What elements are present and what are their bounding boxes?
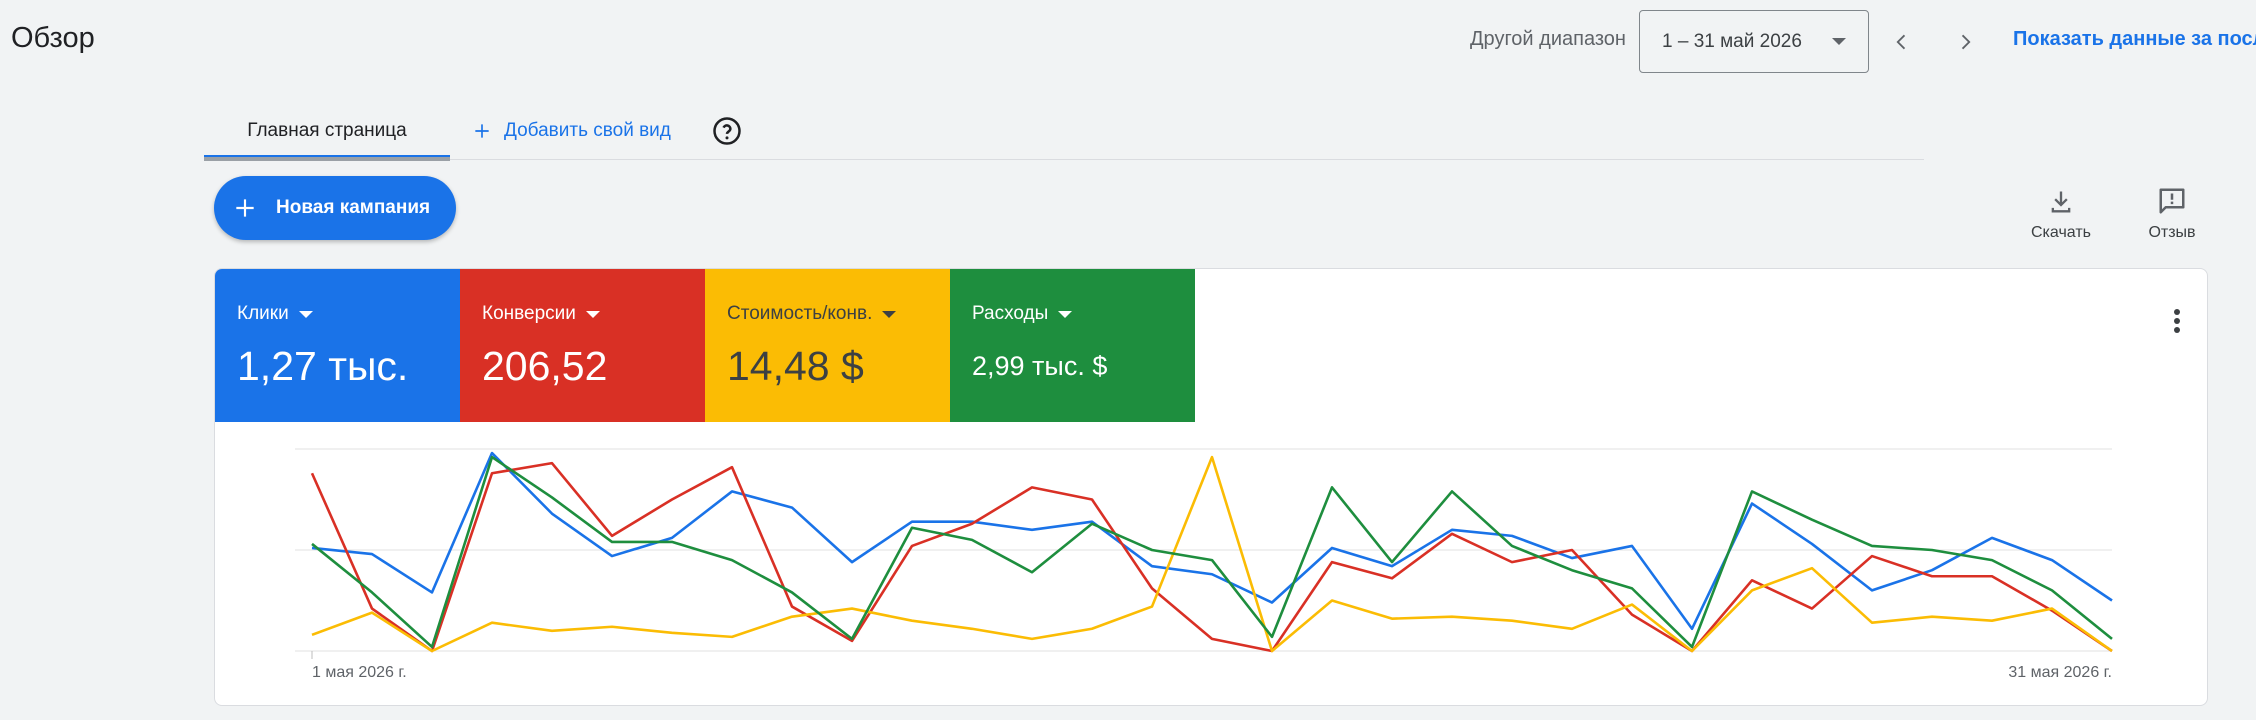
download-label: Скачать: [2031, 224, 2091, 241]
add-view-label: Добавить свой вид: [504, 119, 671, 141]
x-tick-label-start: 1 мая 2026 г.: [312, 664, 407, 681]
series-line-2: [311, 455, 2113, 653]
date-range-select[interactable]: 1 – 31 май 2026: [1639, 10, 1869, 73]
new-campaign-label: Новая кампания: [276, 197, 431, 218]
view-tabs: Главная страница Добавить свой вид: [204, 102, 1924, 161]
next-period-button[interactable]: [1943, 20, 1987, 64]
show-data-link[interactable]: Показать данные за послед: [2013, 28, 2256, 51]
help-button[interactable]: [708, 112, 746, 150]
add-view-button[interactable]: Добавить свой вид: [472, 102, 671, 159]
download-icon: [2051, 191, 2071, 213]
x-tick-label-end: 31 мая 2026 г.: [2008, 664, 2112, 681]
plus-icon: [236, 199, 254, 217]
date-range-value: 1 – 31 май 2026: [1662, 30, 1802, 52]
series-line-3: [311, 455, 2113, 649]
feedback-icon: [2159, 188, 2185, 214]
chevron-left-icon: [1896, 34, 1906, 50]
tab-home[interactable]: Главная страница: [204, 102, 450, 161]
download-button[interactable]: Скачать: [2016, 178, 2106, 242]
series-line-0: [311, 451, 2113, 631]
help-icon: [713, 117, 741, 145]
date-range-label: Другой диапазон: [1470, 28, 1626, 50]
chevron-right-icon: [1961, 34, 1971, 50]
chevron-down-icon: [1832, 38, 1846, 45]
plus-icon: [475, 123, 489, 138]
feedback-button[interactable]: Отзыв: [2127, 178, 2217, 242]
active-tab-indicator: [204, 155, 450, 161]
tab-home-label: Главная страница: [247, 119, 407, 141]
series-line-1: [310, 461, 2113, 653]
chart-series: [310, 451, 2113, 653]
feedback-label: Отзыв: [2148, 224, 2196, 241]
performance-card: Клики 1,27 тыс. Конверсии 206,52 Стоимос…: [214, 268, 2208, 706]
page-title: Обзор: [11, 22, 95, 54]
performance-line-chart: 1 мая 2026 г. 31 мая 2026 г.: [295, 448, 2113, 681]
previous-period-button[interactable]: [1880, 20, 1924, 64]
new-campaign-button[interactable]: Новая кампания: [214, 176, 456, 240]
